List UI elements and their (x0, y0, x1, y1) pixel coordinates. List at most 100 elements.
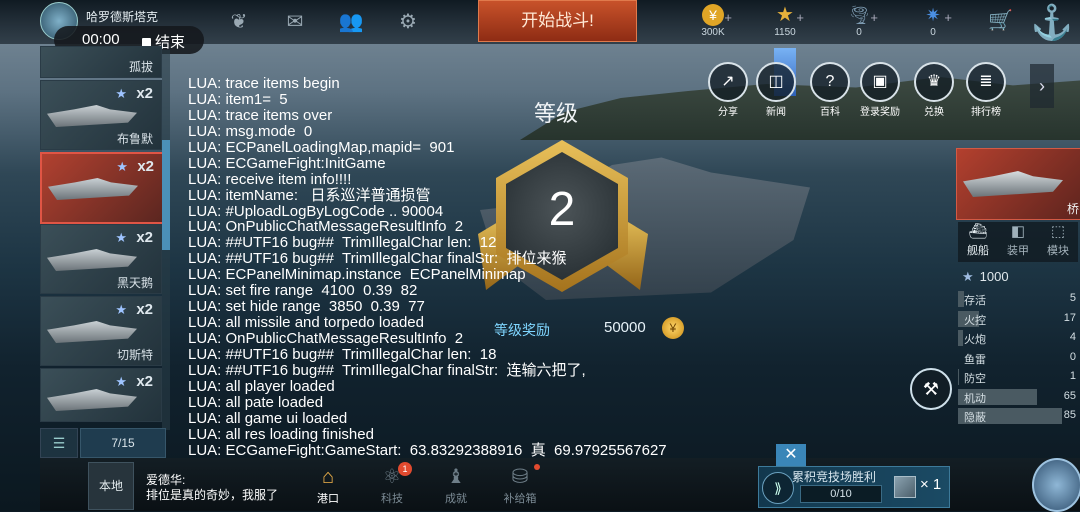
stat-label: 防空 (964, 373, 986, 385)
ship-thumbnail (48, 178, 138, 200)
action-login-reward[interactable]: ▣ 登录奖励 (856, 62, 904, 118)
nav-supply-box[interactable]: ⛁ 补给箱 (492, 464, 548, 510)
nav-label: 成就 (445, 493, 467, 505)
resource-gold-value: 300K (701, 27, 725, 38)
log-line: LUA: all missile and torpedo loaded (188, 314, 424, 332)
star-value: 1000 (979, 269, 1009, 284)
star-medal-icon: ★ (776, 4, 794, 26)
reward-quantity: × 1 (920, 476, 942, 493)
mail-icon[interactable]: ✉ (280, 10, 310, 34)
ship-list-scrollbar[interactable] (162, 50, 170, 430)
achievement-icon: ♝ (447, 466, 465, 488)
stat-row: 鱼雷 0 (958, 350, 1080, 366)
log-line: LUA: #UploadLogByLogCode .. 90004 (188, 202, 444, 220)
log-line: LUA: ECGameFight:GameStart: 63.832923889… (188, 441, 667, 459)
anchor-icon[interactable]: ⚓ (1030, 0, 1074, 46)
action-exchange[interactable]: ♛ 兑换 (910, 62, 958, 118)
list-menu-icon[interactable]: ☰ (40, 428, 78, 458)
add-medal-icon[interactable]: + (796, 10, 804, 25)
repair-tools-icon[interactable]: ⚒ (910, 368, 952, 410)
news-icon: ◫ (756, 62, 796, 102)
log-line: LUA: receive item info!!!! (188, 170, 352, 188)
ship-card[interactable]: ★ x2 切斯特 (40, 296, 162, 366)
action-encyclopedia[interactable]: ? 百科 (806, 62, 854, 118)
captain-avatar[interactable] (1032, 458, 1080, 512)
star-icon: ★ (962, 269, 974, 284)
ship-thumbnail (963, 171, 1063, 197)
log-line: LUA: ECGameFight:InitGame (188, 154, 386, 172)
ship-star-rating: ★ 1000 (962, 269, 1009, 285)
tab-armor[interactable]: ◧ 装甲 (998, 222, 1038, 262)
ship-name: 切斯特 (116, 348, 153, 362)
arena-progress: 0/10 (800, 485, 882, 503)
nav-achievement[interactable]: ♝ 成就 (428, 464, 484, 510)
log-line: LUA: itemName: 日系巡洋普通损管 (188, 186, 431, 204)
stat-label: 隐蔽 (964, 412, 986, 424)
add-gem-icon[interactable]: + (944, 10, 952, 25)
log-line: LUA: ##UTF16 bug## TrimIllegalChar final… (188, 361, 586, 379)
stat-label: 机动 (964, 392, 986, 405)
ship-count: x2 (136, 229, 153, 246)
action-label: 登录奖励 (860, 107, 900, 118)
tab-label: 装甲 (1007, 245, 1029, 257)
resource-gem[interactable]: ✷ 0 + (910, 4, 956, 38)
ship-thumbnail (47, 321, 137, 343)
chat-message[interactable]: 排位是真的奇妙，我服了 (146, 486, 278, 503)
emblem-icon[interactable]: ❦ (224, 10, 254, 34)
tab-ship[interactable]: ⛴ 舰船 (958, 222, 998, 262)
close-icon[interactable]: ✕ (776, 444, 806, 466)
ship-card-selected[interactable]: ★ x2 (40, 152, 164, 224)
ship-card[interactable]: ★ x2 黑天鹅 (40, 224, 162, 294)
start-battle-button[interactable]: 开始战斗! (478, 0, 637, 42)
resource-medal[interactable]: ★ 1150 + (762, 4, 808, 38)
notification-badge: 1 (398, 462, 412, 476)
action-news[interactable]: ◫ 新闻 (752, 62, 800, 118)
resource-tornado[interactable]: 🌪 0 + (836, 4, 882, 38)
stat-row: 隐蔽 85 (958, 408, 1080, 424)
log-line: LUA: all res loading finished (188, 425, 374, 443)
log-line: LUA: ECPanelLoadingMap,mapid= 901 (188, 138, 455, 156)
ship-count: x2 (136, 301, 153, 318)
log-line: LUA: trace items over (188, 106, 333, 124)
scrollbar-thumb[interactable] (162, 140, 170, 250)
settings-gear-icon[interactable]: ⚙ (393, 10, 423, 34)
nav-harbor[interactable]: ⌂ 港口 (300, 464, 356, 510)
exchange-icon: ♛ (914, 62, 954, 102)
log-line: LUA: all player loaded (188, 377, 335, 395)
ship-card[interactable]: ★ x2 (40, 368, 162, 422)
blue-gem-icon: ✷ (925, 5, 941, 25)
ship-thumbnail (47, 105, 137, 127)
chat-channel-button[interactable]: 本地 (88, 462, 134, 510)
login-reward-icon: ▣ (860, 62, 900, 102)
nav-label: 科技 (381, 493, 403, 505)
player-name: 哈罗德斯塔克 (86, 10, 159, 24)
ship-list: 孤拔 ★ x2 布鲁默 ★ x2 ★ x2 黑天鹅 ★ x2 切斯特 ★ x2 (40, 46, 164, 424)
ship-name: 桥 (1066, 202, 1079, 216)
star-icon: ★ (115, 86, 127, 101)
shop-cart-icon[interactable]: 🛒 (988, 8, 1013, 33)
friends-icon[interactable]: 👥 (336, 10, 366, 34)
nav-label: 港口 (317, 493, 339, 505)
reward-box-icon (894, 476, 916, 498)
stat-row: 防空 1 (958, 369, 1080, 385)
log-line: LUA: trace items begin (188, 75, 340, 92)
selected-ship-preview[interactable]: 桥 (956, 148, 1080, 220)
armor-icon: ◧ (1010, 223, 1026, 240)
log-line: LUA: all game ui loaded (188, 409, 348, 427)
nav-label: 补给箱 (503, 493, 537, 505)
add-tornado-icon[interactable]: + (870, 10, 878, 25)
resource-gold[interactable]: ¥ 300K + (690, 4, 736, 38)
action-leaderboard[interactable]: ≣ 排行榜 (962, 62, 1010, 118)
tab-module[interactable]: ⬚ 模块 (1038, 222, 1078, 262)
stat-value: 85 (1063, 409, 1076, 421)
stat-row: 存活 5 (958, 291, 1080, 307)
stat-value: 5 (1069, 292, 1076, 304)
nav-tech[interactable]: ⚛ 科技 1 (364, 462, 420, 510)
resource-tornado-value: 0 (856, 27, 862, 38)
ship-card[interactable]: ★ x2 布鲁默 (40, 80, 162, 150)
ship-name: 布鲁默 (116, 132, 153, 146)
add-gold-icon[interactable]: + (724, 10, 732, 25)
expand-arrow-icon[interactable]: › (1030, 64, 1054, 108)
action-label: 兑换 (924, 107, 944, 118)
ship-card[interactable]: 孤拔 (40, 46, 162, 78)
